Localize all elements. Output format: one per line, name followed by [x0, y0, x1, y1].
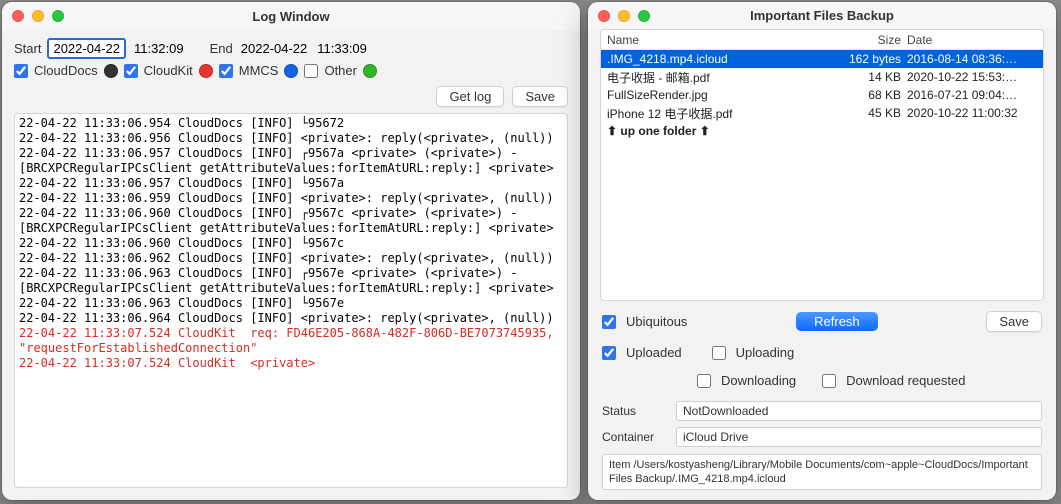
- log-line: 22-04-22 11:33:06.960 CloudDocs [INFO] └…: [19, 236, 563, 251]
- cell-name: 电子收据 - 邮箱.pdf: [607, 69, 837, 86]
- mmcs-checkbox[interactable]: [219, 64, 233, 78]
- clouddocs-checkbox[interactable]: [14, 64, 28, 78]
- log-line: 22-04-22 11:33:06.964 CloudDocs [INFO] <…: [19, 311, 563, 326]
- cell-date: 2016-08-14 08:36:…: [907, 52, 1037, 66]
- cell-date: 2020-10-22 15:53:…: [907, 70, 1037, 84]
- start-time-field[interactable]: 11:32:09: [132, 40, 186, 57]
- download-requested-label: Download requested: [846, 373, 965, 388]
- col-name[interactable]: Name: [607, 33, 837, 47]
- cloudkit-checkbox[interactable]: [124, 64, 138, 78]
- mmcs-dot-icon: [284, 64, 298, 78]
- log-line: 22-04-22 11:33:06.954 CloudDocs [INFO] └…: [19, 116, 563, 131]
- log-line: 22-04-22 11:33:06.963 CloudDocs [INFO] ┌…: [19, 266, 563, 296]
- other-checkbox[interactable]: [304, 64, 318, 78]
- downloading-checkbox[interactable]: [697, 374, 711, 388]
- start-date-field[interactable]: 2022-04-22: [47, 38, 126, 59]
- container-field[interactable]: iCloud Drive: [676, 427, 1042, 447]
- log-output[interactable]: 22-04-22 11:33:06.954 CloudDocs [INFO] └…: [14, 113, 568, 488]
- table-row[interactable]: .IMG_4218.mp4.icloud162 bytes2016-08-14 …: [601, 50, 1043, 68]
- ubiquitous-label: Ubiquitous: [626, 314, 687, 329]
- files-window: Important Files Backup Name Size Date .I…: [588, 2, 1056, 500]
- ubiquitous-checkbox[interactable]: [602, 315, 616, 329]
- uploaded-label: Uploaded: [626, 345, 682, 360]
- table-row[interactable]: iPhone 12 电子收据.pdf45 KB2020-10-22 11:00:…: [601, 104, 1043, 122]
- titlebar[interactable]: Log Window: [2, 2, 580, 30]
- uploading-checkbox[interactable]: [712, 346, 726, 360]
- status-field[interactable]: NotDownloaded: [676, 401, 1042, 421]
- cell-size: 14 KB: [837, 70, 907, 84]
- downloading-label: Downloading: [721, 373, 796, 388]
- zoom-icon[interactable]: [52, 10, 64, 22]
- col-date[interactable]: Date: [907, 33, 1037, 47]
- cloudkit-dot-icon: [199, 64, 213, 78]
- uploaded-checkbox[interactable]: [602, 346, 616, 360]
- clouddocs-dot-icon: [104, 64, 118, 78]
- traffic-lights: [588, 10, 650, 22]
- window-title: Log Window: [2, 9, 580, 24]
- item-path: Item /Users/kostyasheng/Library/Mobile D…: [602, 454, 1042, 490]
- cell-size: 45 KB: [837, 106, 907, 120]
- cell-date: 2016-07-21 09:04:…: [907, 88, 1037, 102]
- cell-name: iPhone 12 电子收据.pdf: [607, 105, 837, 122]
- table-row[interactable]: 电子收据 - 邮箱.pdf14 KB2020-10-22 15:53:…: [601, 68, 1043, 86]
- log-line: 22-04-22 11:33:06.960 CloudDocs [INFO] ┌…: [19, 206, 563, 236]
- download-requested-checkbox[interactable]: [822, 374, 836, 388]
- titlebar[interactable]: Important Files Backup: [588, 2, 1056, 29]
- log-line: 22-04-22 11:33:06.957 CloudDocs [INFO] ┌…: [19, 146, 563, 176]
- end-label: End: [210, 41, 233, 56]
- status-label: Status: [602, 404, 668, 418]
- end-time-field[interactable]: 11:33:09: [315, 40, 369, 57]
- file-table: Name Size Date .IMG_4218.mp4.icloud162 b…: [600, 29, 1044, 301]
- minimize-icon[interactable]: [32, 10, 44, 22]
- clouddocs-label: CloudDocs: [34, 63, 98, 78]
- up-one-folder[interactable]: ⬆ up one folder ⬆: [601, 122, 1043, 140]
- log-line: 22-04-22 11:33:06.963 CloudDocs [INFO] └…: [19, 296, 563, 311]
- log-line: 22-04-22 11:33:06.959 CloudDocs [INFO] <…: [19, 191, 563, 206]
- close-icon[interactable]: [12, 10, 24, 22]
- container-label: Container: [602, 430, 668, 444]
- log-line: 22-04-22 11:33:06.956 CloudDocs [INFO] <…: [19, 131, 563, 146]
- cloudkit-label: CloudKit: [144, 63, 193, 78]
- log-line: 22-04-22 11:33:07.524 CloudKit <private>: [19, 356, 563, 371]
- log-window: Log Window Start 2022-04-22 11:32:09 End…: [2, 2, 580, 500]
- end-date-field[interactable]: 2022-04-22: [239, 40, 310, 57]
- table-body: .IMG_4218.mp4.icloud162 bytes2016-08-14 …: [601, 50, 1043, 140]
- traffic-lights: [2, 10, 64, 22]
- other-dot-icon: [363, 64, 377, 78]
- mmcs-label: MMCS: [239, 63, 279, 78]
- refresh-button[interactable]: Refresh: [796, 312, 878, 331]
- minimize-icon[interactable]: [618, 10, 630, 22]
- cell-name: .IMG_4218.mp4.icloud: [607, 52, 837, 66]
- log-line: 22-04-22 11:33:07.524 CloudKit req: FD46…: [19, 326, 563, 356]
- window-title: Important Files Backup: [588, 8, 1056, 23]
- start-label: Start: [14, 41, 41, 56]
- cell-size: 162 bytes: [837, 52, 907, 66]
- table-header[interactable]: Name Size Date: [601, 30, 1043, 50]
- close-icon[interactable]: [598, 10, 610, 22]
- cell-size: 68 KB: [837, 88, 907, 102]
- cell-date: 2020-10-22 11:00:32: [907, 106, 1037, 120]
- uploading-label: Uploading: [736, 345, 795, 360]
- get-log-button[interactable]: Get log: [436, 86, 504, 107]
- log-controls: Start 2022-04-22 11:32:09 End 2022-04-22…: [2, 30, 580, 86]
- log-line: 22-04-22 11:33:06.962 CloudDocs [INFO] <…: [19, 251, 563, 266]
- other-label: Other: [324, 63, 357, 78]
- save-files-button[interactable]: Save: [986, 311, 1042, 332]
- save-log-button[interactable]: Save: [512, 86, 568, 107]
- col-size[interactable]: Size: [837, 33, 907, 47]
- zoom-icon[interactable]: [638, 10, 650, 22]
- table-row[interactable]: FullSizeRender.jpg68 KB2016-07-21 09:04:…: [601, 86, 1043, 104]
- cell-name: FullSizeRender.jpg: [607, 88, 837, 102]
- log-line: 22-04-22 11:33:06.957 CloudDocs [INFO] └…: [19, 176, 563, 191]
